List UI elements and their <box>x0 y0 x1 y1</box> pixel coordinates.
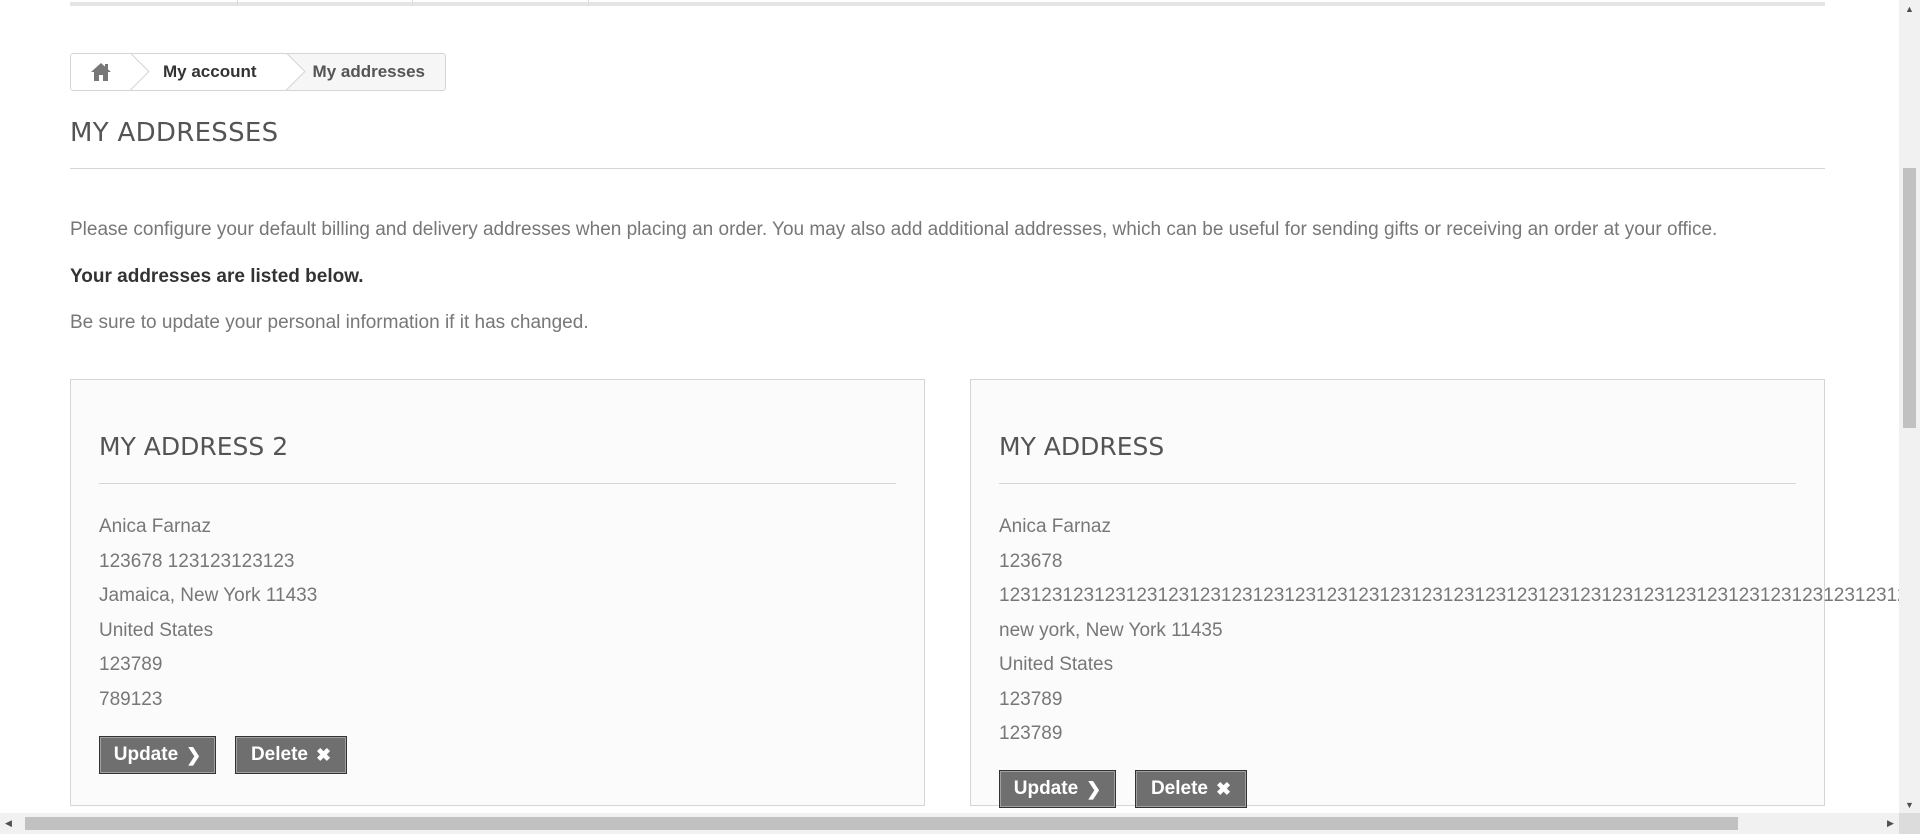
address-mobile: 789123 <box>99 688 163 710</box>
address-title: MY ADDRESS <box>999 432 1796 484</box>
address-mobile: 123789 <box>999 723 1063 744</box>
update-button-label: Update <box>1013 778 1079 799</box>
address-phone: 123789 <box>999 688 1063 710</box>
address-card: MY ADDRESS Anica Farnaz 123678 123123123… <box>970 379 1899 808</box>
address-street: 123678 123123123123 <box>99 550 295 572</box>
address-city: Jamaica, New York 11433 <box>99 585 318 606</box>
breadcrumb: My account My addresses <box>70 53 446 91</box>
address-lines: Anica Farnaz 123678 123123123123 Jamaica… <box>99 510 317 717</box>
chevron-right-icon: ❯ <box>1086 779 1102 799</box>
close-icon: ✖ <box>315 745 332 765</box>
breadcrumb-current: My addresses <box>312 62 425 81</box>
delete-button-label: Delete <box>1150 778 1208 799</box>
address-name: Anica Farnaz <box>99 516 211 537</box>
breadcrumb-my-account-label: My account <box>163 62 257 81</box>
home-icon <box>91 63 111 81</box>
horizontal-scroll-thumb[interactable] <box>25 817 1738 830</box>
address-country: United States <box>999 654 1114 675</box>
close-icon: ✖ <box>1215 779 1232 799</box>
update-button[interactable]: Update ❯ <box>99 736 216 774</box>
scroll-up-icon[interactable]: ▲ <box>1899 0 1920 17</box>
address-name: Anica Farnaz <box>999 516 1111 537</box>
address-city: new york, New York 11435 <box>999 619 1223 641</box>
top-menu-border <box>70 0 1825 6</box>
addresses-listed-text: Your addresses are listed below. <box>70 266 364 287</box>
scroll-down-icon[interactable]: ▼ <box>1899 796 1920 813</box>
scroll-right-icon[interactable]: ▶ <box>1882 813 1899 834</box>
page: My account My addresses MY ADDRESSES Ple… <box>0 0 1899 813</box>
horizontal-scrollbar[interactable]: ◀ ▶ <box>0 813 1899 834</box>
intro-text: Please configure your default billing an… <box>70 219 1718 240</box>
breadcrumb-my-account[interactable]: My account <box>131 54 287 90</box>
update-button[interactable]: Update ❯ <box>999 770 1116 808</box>
scrollbar-corner <box>1899 813 1920 834</box>
menu-separator <box>588 0 589 6</box>
update-button-label: Update <box>113 744 179 765</box>
breadcrumb-home[interactable] <box>71 54 131 90</box>
address-lines: Anica Farnaz 123678 12312312312312312312… <box>999 510 1899 752</box>
menu-separator <box>237 0 238 6</box>
update-note-text: Be sure to update your personal informat… <box>70 312 589 333</box>
page-title: MY ADDRESSES <box>70 118 1825 169</box>
address-title: MY ADDRESS 2 <box>99 432 896 484</box>
address-phone: 123789 <box>99 654 163 675</box>
delete-button[interactable]: Delete ✖ <box>1135 770 1247 808</box>
delete-button-label: Delete <box>250 744 308 765</box>
vertical-scroll-thumb[interactable] <box>1903 168 1916 428</box>
scroll-left-icon[interactable]: ◀ <box>0 813 17 834</box>
address-street-2: 1231231231231231231231231231231231231231… <box>999 585 1899 606</box>
delete-button[interactable]: Delete ✖ <box>235 736 347 774</box>
address-street: 123678 <box>999 550 1063 572</box>
address-country: United States <box>99 619 214 641</box>
vertical-scrollbar[interactable]: ▲ ▼ <box>1899 0 1920 813</box>
chevron-right-icon: ❯ <box>186 745 202 765</box>
menu-separator <box>412 0 413 6</box>
address-card: MY ADDRESS 2 Anica Farnaz 123678 1231231… <box>70 379 925 806</box>
